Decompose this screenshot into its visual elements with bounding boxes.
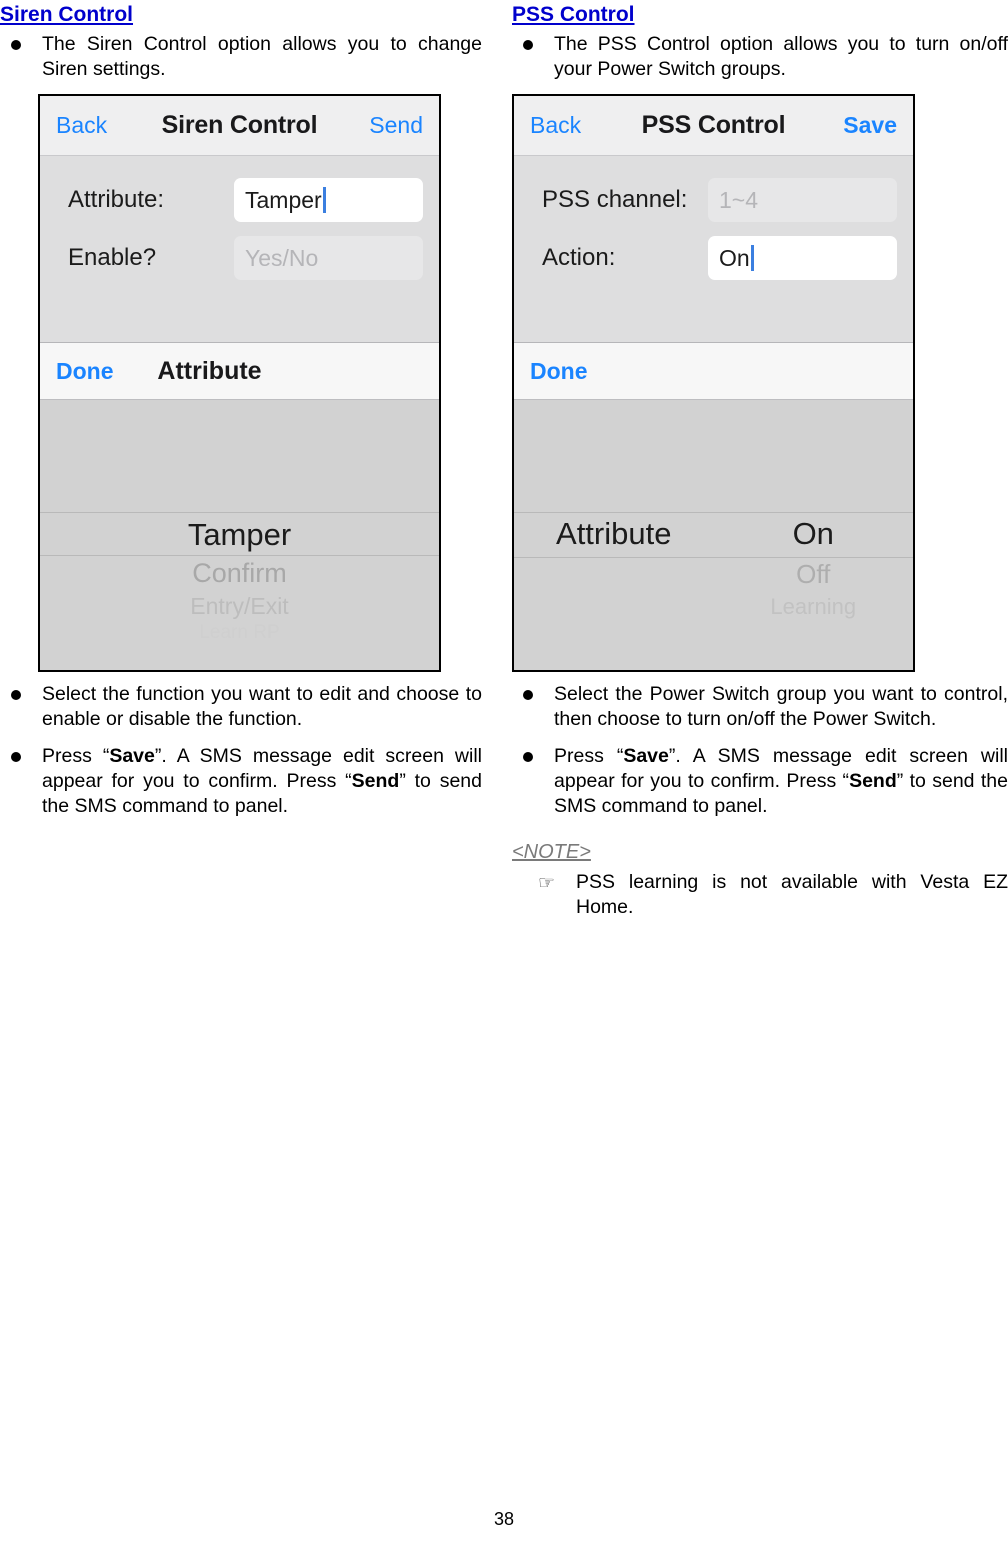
siren-picker-wheel[interactable]: Tamper Confirm Entry/Exit Learn RP [40,400,439,670]
note-title: <NOTE> [512,841,591,863]
siren-picker-option-3[interactable]: Entry/Exit [40,591,439,621]
bullet-right-bold-send: Send [849,770,897,792]
bullet-intro-siren-text: The Siren Control option allows you to c… [42,33,482,80]
section-heading-pss-control: PSS Control [512,3,635,26]
pss-action-value: On [719,244,750,271]
siren-picker-option-selected[interactable]: Tamper [40,512,439,556]
page-number: 38 [493,1509,515,1529]
siren-picker-rows: Tamper Confirm Entry/Exit Learn RP [40,400,439,645]
document-page: Siren Control The Siren Control option a… [0,0,1008,1544]
left-column: Siren Control The Siren Control option a… [0,0,504,920]
pss-action-row: Action: On [530,236,897,280]
pss-navbar: Back PSS Control Save [514,96,913,156]
siren-attribute-row: Attribute: Tamper [56,178,423,222]
siren-enable-placeholder: Yes/No [245,244,319,271]
bullet-left-bold-save: Save [109,745,155,767]
two-column-layout: Siren Control The Siren Control option a… [0,0,1008,920]
pss-channel-placeholder: 1~4 [719,186,759,213]
pss-picker-value-option-2[interactable]: Off [714,556,914,592]
pss-picker-wheel[interactable]: Attribute On Off Learning [514,400,913,670]
pss-picker-value-option-3[interactable]: Learning [714,592,914,622]
bullet-left-select-text: Select the function you want to edit and… [42,683,482,730]
bullet-right-press-save: Press “Save”. A SMS message edit screen … [512,744,1008,819]
screenshot-siren-control: Back Siren Control Send Attribute: Tampe… [38,94,441,672]
pss-picker-toolbar: Done [514,342,913,400]
siren-attribute-value: Tamper [245,186,322,213]
bullet-dot-icon [11,40,21,50]
bullet-intro-siren: The Siren Control option allows you to c… [0,32,482,82]
bullet-left-select: Select the function you want to edit and… [0,682,482,732]
pss-picker-value-rows: On Off Learning [714,400,914,622]
siren-form-body: Attribute: Tamper Enable? Yes/No [40,156,439,342]
siren-attribute-input[interactable]: Tamper [234,178,423,222]
text-caret-icon [750,245,754,271]
bullet-left-bold-send: Send [351,770,400,792]
pss-channel-row: PSS channel: 1~4 [530,178,897,222]
pss-action-label: Action: [542,244,616,271]
siren-attribute-label: Attribute: [68,186,165,213]
bullet-right-select: Select the Power Switch group you want t… [512,682,1008,732]
pss-picker-attribute-rows: Attribute [514,400,714,556]
siren-navbar: Back Siren Control Send [40,96,439,156]
note-item-text: PSS learning is not available with Vesta… [576,871,1008,918]
right-column: PSS Control The PSS Control option allow… [504,0,1008,920]
bullet-intro-pss: The PSS Control option allows you to tur… [512,32,1008,82]
pss-form-body: PSS channel: 1~4 Action: On [514,156,913,342]
pss-back-button[interactable]: Back [530,112,581,139]
note-item-pss-learning: ☞ PSS learning is not available with Ves… [512,870,1008,920]
pss-save-button[interactable]: Save [843,112,897,139]
pss-picker-value-selected[interactable]: On [714,512,914,556]
bullet-dot-icon [523,752,533,762]
siren-picker-toolbar: Done Attribute [40,342,439,400]
bullet-right-select-text: Select the Power Switch group you want t… [554,683,1008,730]
bullet-dot-icon [11,690,21,700]
pss-picker-attribute-selected[interactable]: Attribute [514,512,714,556]
note-block: <NOTE> ☞ PSS learning is not available w… [512,831,1008,920]
pss-channel-label: PSS channel: [542,186,688,213]
siren-enable-row: Enable? Yes/No [56,236,423,280]
bullet-left-p1: Press “ [42,745,110,767]
section-heading-siren-control: Siren Control [0,3,134,26]
pss-picker-done-button[interactable]: Done [530,358,588,385]
bullet-left-press-save: Press “Save”. A SMS message edit screen … [0,744,482,819]
siren-enable-input[interactable]: Yes/No [234,236,423,280]
siren-send-button[interactable]: Send [369,112,423,139]
right-heading-row: PSS Control [512,0,1008,32]
bullet-dot-icon [523,40,533,50]
bullet-dot-icon [11,752,21,762]
bullet-right-bold-save: Save [623,745,669,767]
bullet-intro-pss-text: The PSS Control option allows you to tur… [554,33,1008,80]
siren-picker-option-2[interactable]: Confirm [40,556,439,591]
bullet-dot-icon [523,690,533,700]
siren-picker-done-button[interactable]: Done [56,358,114,385]
screenshot-pss-control: Back PSS Control Save PSS channel: 1~4 A… [512,94,915,672]
pss-channel-input[interactable]: 1~4 [708,178,897,222]
siren-back-button[interactable]: Back [56,112,107,139]
left-heading-row: Siren Control [0,0,482,32]
text-caret-icon [322,187,326,213]
siren-enable-label: Enable? [68,244,157,271]
siren-picker-option-4[interactable]: Learn RP [40,621,439,645]
pointing-hand-icon: ☞ [538,873,556,894]
pss-action-input[interactable]: On [708,236,897,280]
bullet-right-p1: Press “ [554,745,624,767]
